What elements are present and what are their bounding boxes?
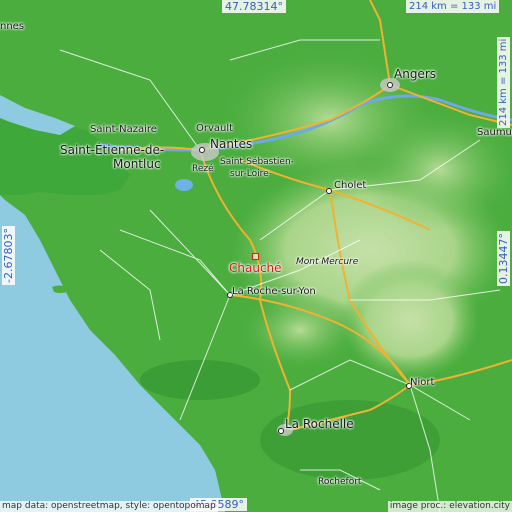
place-label-cholet: Cholet [334,180,367,191]
angers-marker [387,82,393,88]
map-credit: map data: openstreetmap, style: opentopo… [0,501,218,512]
marais-poitevin [140,360,260,400]
place-label-niort: Niort [410,377,435,388]
place-label-saint-etienne-line1: Saint-Étienne-de- [60,143,165,157]
lac-de-grand-lieu [175,179,193,191]
hills-centre [240,290,360,370]
place-label-rennes: nnes [0,21,25,32]
place-label-la-rochelle: La Rochelle [285,417,354,431]
top-scale: 214 km = 133 mi [406,0,500,13]
place-label-angers: Angers [394,67,436,81]
nantes-marker [199,147,205,153]
place-label-saint-sebastien-line2: sur-Loire [230,169,269,179]
place-label-saint-sebastien-line1: Saint-Sébastien- [220,157,294,167]
right-coordinate: 0.13447° [497,231,510,286]
la-rochelle-marker [278,428,284,434]
place-label-saumur: Saumur [477,127,512,138]
map-viewport[interactable]: 47.78314° 214 km = 133 mi 45.8589° -2.67… [0,0,512,512]
place-label-saint-nazaire: Saint-Nazaire [90,124,157,135]
place-label-saint-etienne-line2: Montluc [113,157,161,171]
cholet-marker [326,188,332,194]
place-label-rochefort: Rochefort [318,477,362,487]
chauche-marker [252,253,259,260]
place-label-nantes: Nantes [210,137,253,151]
left-coordinate: -2.67803° [2,226,15,285]
place-label-mont-mercure: Mont Mercure [296,257,359,267]
right-scale: 214 km = 133 mi [497,36,510,128]
hills-south [340,260,480,380]
top-coordinate: 47.78314° [222,0,286,13]
place-label-reze: Rezé [192,164,214,174]
forest-south [260,400,440,480]
place-label-orvault: Orvault [196,123,234,134]
place-label-chauche: Chauché [229,261,282,275]
image-credit: image proc.: elevation.city [387,501,512,512]
place-label-la-roche-sur-yon: La Roche-sur-Yon [232,286,316,297]
